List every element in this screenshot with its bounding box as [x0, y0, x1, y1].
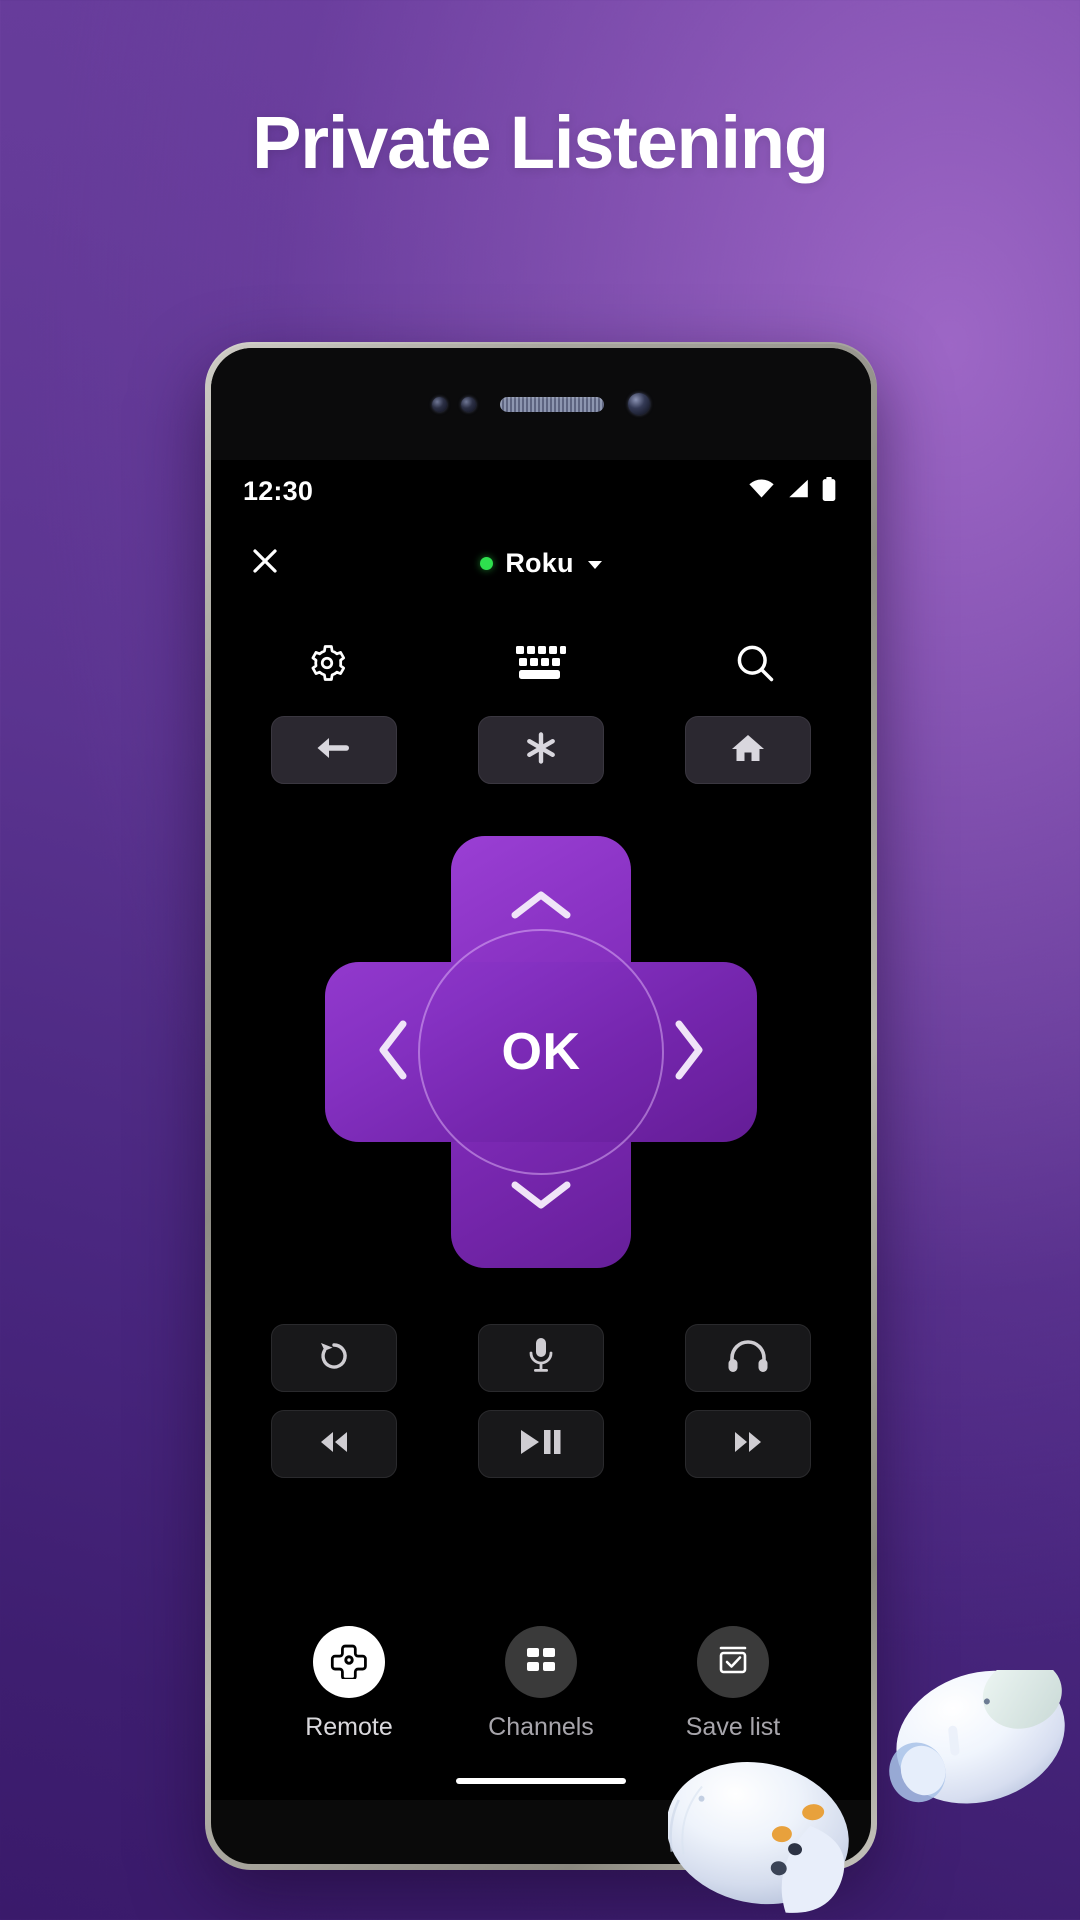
search-button[interactable] [715, 632, 795, 698]
battery-icon [821, 476, 837, 506]
chevron-right-icon [669, 1018, 707, 1087]
nav-channels-circle [505, 1626, 577, 1698]
grid-icon [524, 1643, 558, 1682]
phone-mockup: 12:30 Roku OK Remote Channels Save list [205, 342, 877, 1870]
settings-button[interactable] [287, 632, 367, 698]
status-icons [748, 476, 837, 506]
headphones-icon [727, 1339, 769, 1378]
nav-label-channels: Channels [488, 1713, 594, 1741]
play-pause-icon [517, 1427, 565, 1462]
page-title: Private Listening [252, 101, 829, 184]
asterisk-icon [524, 731, 558, 770]
device-online-indicator [480, 556, 494, 570]
wireless-earbuds-image [666, 1659, 1080, 1920]
nav-item-channels[interactable]: Channels [446, 1626, 636, 1742]
voice-search-button[interactable] [478, 1324, 604, 1392]
app-screen: 12:30 Roku OK Remote Channels Save list [211, 460, 871, 1800]
nav-remote-circle [313, 1626, 385, 1698]
gear-icon [305, 641, 349, 690]
home-indicator [456, 1778, 626, 1784]
dpad-ok-button[interactable]: OK [418, 929, 664, 1175]
phone-screen-frame: 12:30 Roku OK Remote Channels Save list [211, 348, 871, 1864]
dpad-icon [330, 1641, 368, 1684]
home-icon [730, 732, 766, 769]
status-bar: 12:30 [211, 460, 871, 522]
fast-forward-icon [727, 1428, 769, 1461]
rewind-icon [313, 1428, 355, 1461]
keyboard-button[interactable] [501, 632, 581, 698]
nav-key-row [211, 716, 871, 784]
play-pause-button[interactable] [478, 1410, 604, 1478]
close-button[interactable] [243, 541, 287, 585]
fast-forward-button[interactable] [685, 1410, 811, 1478]
options-button[interactable] [478, 716, 604, 784]
replay-button[interactable] [271, 1324, 397, 1392]
arrow-left-icon [313, 734, 355, 767]
media-key-zone [211, 1324, 871, 1478]
cellular-signal-icon [786, 478, 810, 504]
device-name-label: Roku [505, 547, 574, 578]
proximity-sensor-icon [432, 396, 447, 412]
light-sensor-icon [461, 396, 476, 412]
replay-icon [315, 1337, 353, 1380]
microphone-icon [526, 1336, 556, 1381]
wifi-icon [748, 478, 775, 504]
utility-icon-row [211, 604, 871, 698]
private-listening-button[interactable] [685, 1324, 811, 1392]
dpad: OK [325, 836, 757, 1268]
phone-top-bezel [211, 348, 871, 460]
front-camera-icon [628, 393, 650, 415]
dpad-region: OK [211, 836, 871, 1268]
ok-label: OK [501, 1023, 581, 1081]
chevron-left-icon [375, 1018, 413, 1087]
app-header: Roku [211, 522, 871, 604]
chevron-down-icon [587, 560, 602, 569]
nav-item-remote[interactable]: Remote [254, 1626, 444, 1742]
chevron-down-icon [509, 1175, 573, 1218]
close-icon [250, 546, 280, 581]
earpiece-speaker-icon [500, 396, 604, 412]
back-button[interactable] [271, 716, 397, 784]
keyboard-icon [515, 643, 567, 688]
rewind-button[interactable] [271, 1410, 397, 1478]
nav-label-remote: Remote [305, 1713, 393, 1741]
home-button[interactable] [685, 716, 811, 784]
search-icon [733, 641, 777, 690]
status-time: 12:30 [243, 475, 314, 506]
device-selector[interactable]: Roku [211, 522, 871, 604]
media-key-row-top [211, 1324, 871, 1392]
media-key-row-bottom [211, 1410, 871, 1478]
chevron-up-icon [509, 887, 573, 930]
